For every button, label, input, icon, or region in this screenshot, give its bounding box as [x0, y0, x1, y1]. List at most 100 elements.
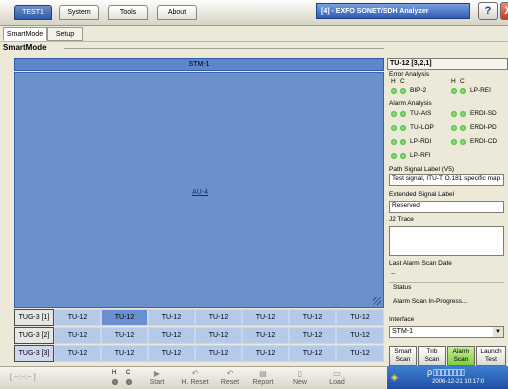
error-c-header: C	[400, 78, 405, 85]
tu12-cell[interactable]: TU-12	[242, 345, 289, 362]
interface-value: STM-1	[392, 328, 413, 335]
erdi-pd-h-led-icon	[451, 125, 457, 131]
top-menu-bar: TEST1 System Tools About [4] - EXFO SONE…	[0, 0, 508, 26]
start-button[interactable]: ▶ Start	[142, 369, 172, 389]
alarm-scan-label-1: Alarm	[452, 348, 470, 355]
alarm-erdi-sd: ERDI-SD	[470, 110, 497, 117]
j2-trace-field	[389, 226, 504, 256]
extended-signal-value: Reserved	[389, 201, 504, 213]
tu12-cell[interactable]: TU-12	[336, 327, 384, 344]
status-divider	[389, 282, 504, 283]
start-label: Start	[149, 379, 165, 386]
tab-system[interactable]: System	[59, 5, 99, 20]
alarm-scan-button[interactable]: Alarm Scan	[447, 346, 475, 366]
lp-rdi-c-led-icon	[400, 139, 406, 145]
launch-test-button[interactable]: Launch Test	[476, 346, 506, 366]
au4-area[interactable]: AU-4	[14, 72, 384, 308]
alarm-lp-rdi: LP-RDI	[410, 138, 432, 145]
alarm-erdi-pd: ERDI-PD	[470, 124, 497, 131]
tray-date: 2006-12-21 10:17:0	[432, 379, 485, 385]
tu12-cell[interactable]: TU-12	[289, 327, 336, 344]
error-h-header: H	[391, 78, 396, 85]
new-button[interactable]: ▯ New	[288, 369, 312, 389]
alarm-erdi-cd: ERDI-CD	[470, 138, 498, 145]
tu12-cell[interactable]: TU-12	[101, 345, 148, 362]
new-label: New	[292, 379, 307, 386]
tug3-label-2[interactable]: TUG-3 [2]	[14, 327, 54, 344]
elapsed-time: [ --:--:-- ]	[10, 374, 36, 381]
close-button[interactable]: X	[500, 2, 508, 20]
tu12-cell[interactable]: TU-12	[195, 309, 242, 326]
report-button[interactable]: ▤ Report	[248, 369, 278, 389]
play-icon: ▶	[153, 369, 161, 378]
tab-tools[interactable]: Tools	[108, 5, 148, 20]
load-button[interactable]: ▭ Load	[324, 369, 350, 389]
lp-rdi-h-led-icon	[391, 139, 397, 145]
tab-test1[interactable]: TEST1	[14, 5, 52, 20]
tu-lop-c-led-icon	[400, 125, 406, 131]
error-c-header-2: C	[460, 78, 465, 85]
smart-scan-label-2: Scan	[395, 356, 411, 363]
new-file-icon: ▯	[297, 369, 303, 378]
path-signal-label: Path Signal Label (V5)	[389, 166, 455, 173]
bottom-toolbar: [ --:--:-- ] H C ▶ Start ↶ H. Reset ↶ Re…	[0, 366, 386, 389]
au4-link[interactable]: AU-4	[15, 189, 385, 196]
history-reset-button[interactable]: ↶ H. Reset	[176, 369, 214, 389]
tu12-cell-selected[interactable]: TU-12	[101, 309, 148, 326]
lprei-label: LP-REI	[470, 87, 491, 94]
tu12-cell[interactable]: TU-12	[195, 345, 242, 362]
bip2-current-led-icon	[400, 88, 406, 94]
history-led-icon	[112, 379, 118, 385]
alarm-lp-rfi: LP-RFI	[410, 152, 431, 159]
tu12-cell[interactable]: TU-12	[148, 327, 195, 344]
tu12-cell[interactable]: TU-12	[336, 345, 384, 362]
status-tray: ◈ ρ ▯▯▯▯▯▯▯▯ 2006-12-21 10:17:0	[387, 366, 508, 389]
erdi-cd-h-led-icon	[451, 139, 457, 145]
history-header: H	[112, 370, 117, 376]
lp-rfi-h-led-icon	[391, 153, 397, 159]
tu12-cell[interactable]: TU-12	[148, 345, 195, 362]
tu12-cell[interactable]: TU-12	[242, 309, 289, 326]
tu-lop-h-led-icon	[391, 125, 397, 131]
error-h-header-2: H	[451, 78, 456, 85]
last-scan-label: Last Alarm Scan Date	[389, 260, 452, 267]
stm1-bar[interactable]: STM-1	[14, 58, 384, 71]
subtab-setup[interactable]: Setup	[47, 27, 83, 41]
smart-scan-button[interactable]: Smart Scan	[389, 346, 417, 366]
help-button[interactable]: ?	[478, 2, 498, 20]
error-analysis-heading: Error Analysis	[389, 71, 430, 78]
tu12-cell[interactable]: TU-12	[195, 327, 242, 344]
extended-signal-label: Extended Signal Label	[389, 191, 455, 198]
tu12-cell[interactable]: TU-12	[101, 327, 148, 344]
tug3-label-1[interactable]: TUG-3 [1]	[14, 309, 54, 326]
subtab-smartmode[interactable]: SmartMode	[3, 27, 47, 41]
trib-scan-button[interactable]: Trib Scan	[418, 346, 446, 366]
current-led-icon	[126, 379, 132, 385]
j2-trace-label: J2 Trace	[389, 216, 414, 223]
tu12-cell[interactable]: TU-12	[289, 345, 336, 362]
erdi-sd-c-led-icon	[460, 111, 466, 117]
reset-button[interactable]: ↶ Reset	[216, 369, 244, 389]
launch-test-label-2: Test	[485, 356, 497, 363]
interface-select[interactable]: STM-1 ▼	[389, 326, 504, 338]
tu12-cell[interactable]: TU-12	[289, 309, 336, 326]
tu12-cell[interactable]: TU-12	[54, 309, 101, 326]
last-scan-value: --	[391, 270, 396, 277]
tab-about[interactable]: About	[157, 5, 197, 20]
tug3-label-3[interactable]: TUG-3 [3]	[14, 345, 54, 362]
bip2-label: BIP-2	[410, 87, 427, 94]
chevron-down-icon[interactable]: ▼	[493, 327, 503, 337]
interface-label: Interface	[389, 316, 415, 323]
smart-scan-label-1: Smart	[394, 348, 412, 355]
tu12-cell[interactable]: TU-12	[148, 309, 195, 326]
report-label: Report	[252, 379, 274, 386]
section-title: SmartMode	[3, 43, 47, 52]
tu12-cell[interactable]: TU-12	[54, 345, 101, 362]
tu12-cell[interactable]: TU-12	[336, 309, 384, 326]
tu12-cell[interactable]: TU-12	[242, 327, 289, 344]
resize-grip-icon[interactable]	[373, 297, 381, 305]
panel-title: TU-12 [3,2,1]	[387, 58, 508, 70]
tu12-cell[interactable]: TU-12	[54, 327, 101, 344]
alarm-tu-lop: TU-LOP	[410, 124, 434, 131]
tray-status: ρ ▯▯▯▯▯▯▯▯	[427, 367, 465, 377]
